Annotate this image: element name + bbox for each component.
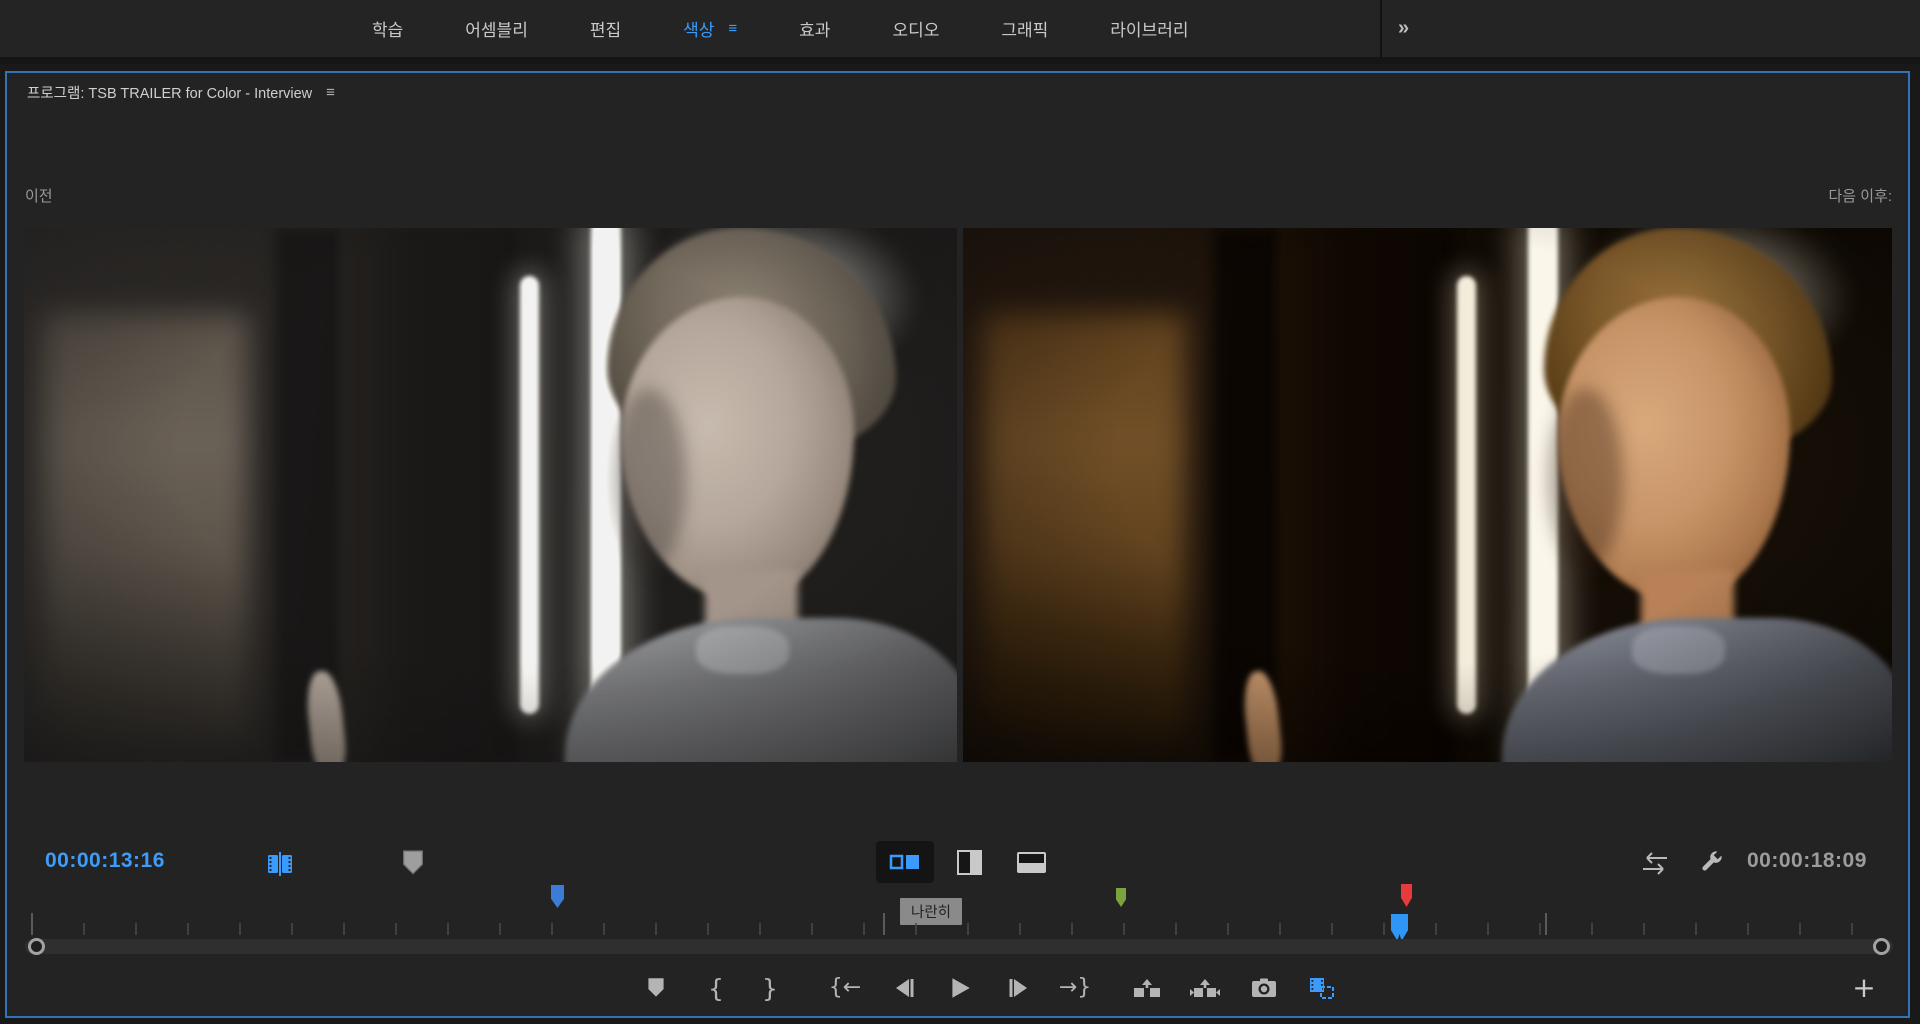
program-monitor-panel: 프로그램: TSB TRAILER for Color - Interview … xyxy=(5,71,1910,1018)
workspace-tab-bar: 학습 어셈블리 편집 색상 ≡ 효과 오디오 그래픽 라이브러리 » xyxy=(0,0,1920,64)
add-marker-button[interactable] xyxy=(633,969,679,1007)
go-to-in-button[interactable]: {← xyxy=(822,969,868,1007)
comparison-toggle-button[interactable] xyxy=(1299,969,1345,1007)
step-forward-button[interactable] xyxy=(996,969,1042,1007)
mark-out-button[interactable]: } xyxy=(747,969,793,1007)
video-frame-after xyxy=(963,228,1892,762)
timeline-ruler[interactable] xyxy=(25,913,1891,937)
go-to-out-button[interactable]: →} xyxy=(1052,969,1098,1007)
scrubber-bar[interactable] xyxy=(25,939,1893,954)
vertical-split-icon[interactable] xyxy=(945,844,993,880)
swap-sides-icon[interactable] xyxy=(1635,845,1675,881)
current-timecode[interactable]: 00:00:13:16 xyxy=(45,849,165,873)
tab-learning[interactable]: 학습 xyxy=(372,16,403,41)
export-frame-button[interactable] xyxy=(1241,969,1287,1007)
comparison-view-icon[interactable] xyxy=(257,845,303,883)
lift-button[interactable] xyxy=(1124,969,1170,1007)
tab-libraries[interactable]: 라이브러리 xyxy=(1110,16,1188,41)
side-by-side-icon[interactable] xyxy=(876,841,934,883)
panel-header: 프로그램: TSB TRAILER for Color - Interview … xyxy=(27,79,335,105)
timeline-marker-blue[interactable] xyxy=(551,885,564,908)
add-marker-icon[interactable] xyxy=(391,843,435,883)
video-frame-before xyxy=(24,228,957,762)
timeline-marker-red[interactable] xyxy=(1401,884,1412,907)
scrubber-handle-right[interactable] xyxy=(1873,938,1890,955)
extract-button[interactable] xyxy=(1182,969,1228,1007)
play-button[interactable] xyxy=(937,969,983,1007)
step-back-button[interactable] xyxy=(881,969,927,1007)
workspace-menu-icon[interactable]: ≡ xyxy=(728,20,737,37)
button-editor-add-button[interactable]: + xyxy=(1841,969,1887,1007)
tab-audio[interactable]: 오디오 xyxy=(892,16,939,41)
tab-graphics[interactable]: 그래픽 xyxy=(1001,16,1048,41)
tab-color[interactable]: 색상 ≡ xyxy=(683,16,737,41)
tab-effects[interactable]: 효과 xyxy=(799,16,830,41)
after-label: 다음 이후: xyxy=(1828,185,1892,206)
horizontal-split-icon[interactable] xyxy=(1007,844,1055,880)
timeline-marker-green[interactable] xyxy=(1116,888,1126,907)
panel-menu-icon[interactable]: ≡ xyxy=(326,84,335,101)
settings-wrench-icon[interactable] xyxy=(1691,843,1731,881)
tab-assembly[interactable]: 어셈블리 xyxy=(465,16,528,41)
tab-overflow-chevron-icon[interactable]: » xyxy=(1398,0,1409,57)
before-label: 이전 xyxy=(25,185,53,206)
tab-editing[interactable]: 편집 xyxy=(590,16,621,41)
duration-timecode: 00:00:18:09 xyxy=(1747,849,1867,873)
scrubber-handle-left[interactable] xyxy=(28,938,45,955)
tabbar-divider xyxy=(1380,0,1382,57)
mark-in-button[interactable]: { xyxy=(693,969,739,1007)
panel-title: 프로그램: TSB TRAILER for Color - Interview xyxy=(27,82,312,103)
workspace-tabs: 학습 어셈블리 편집 색상 ≡ 효과 오디오 그래픽 라이브러리 xyxy=(372,0,1189,57)
